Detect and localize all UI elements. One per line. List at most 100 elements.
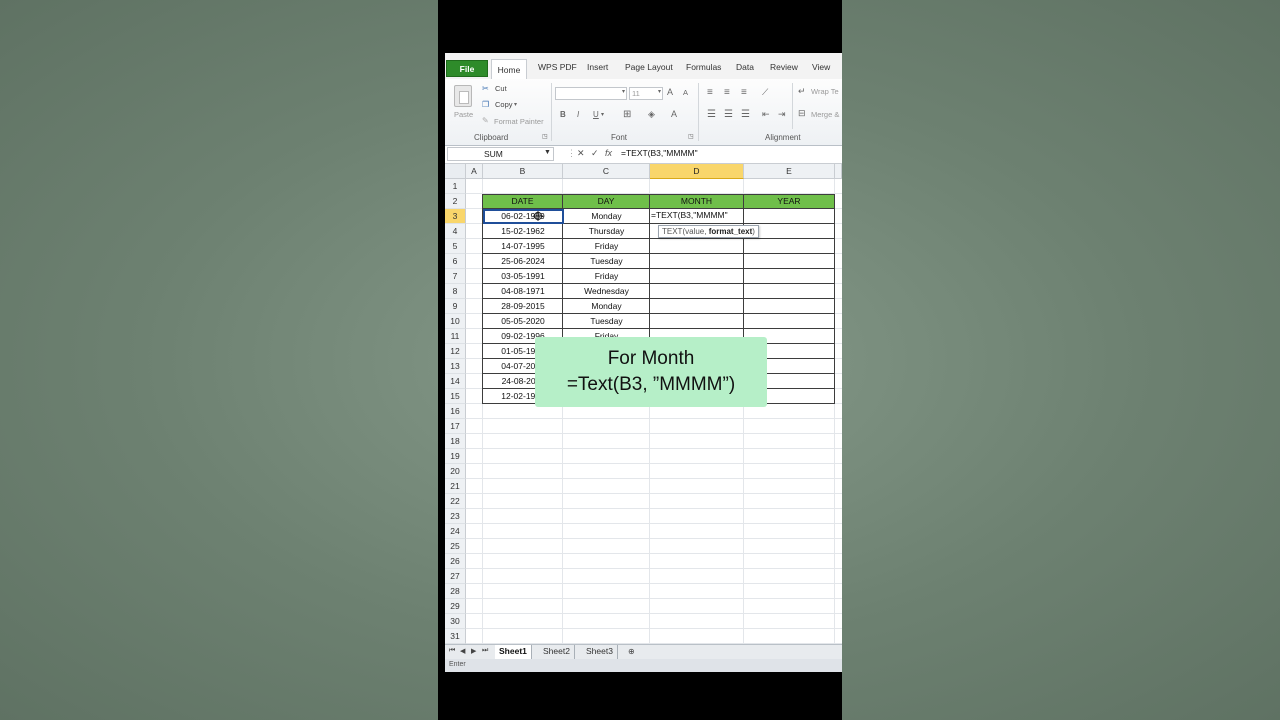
sheet-tab-sheet2[interactable]: Sheet2	[539, 645, 575, 659]
name-box[interactable]: SUM	[447, 147, 554, 161]
row-header-26[interactable]: 26	[445, 554, 466, 569]
first-sheet-icon[interactable]: ⏮	[449, 647, 455, 655]
align-top-icon[interactable]: ≡	[707, 87, 713, 98]
tab-review[interactable]: Review	[770, 62, 798, 72]
row-header-9[interactable]: 9	[445, 299, 466, 314]
italic-button[interactable]: I	[577, 110, 579, 119]
new-sheet-icon[interactable]: ⊕	[628, 647, 635, 656]
row-header-29[interactable]: 29	[445, 599, 466, 614]
day-cell[interactable]: Wednesday	[563, 284, 650, 299]
day-cell[interactable]: Friday	[563, 269, 650, 284]
align-left-icon[interactable]: ☰	[707, 109, 716, 120]
row-header-2[interactable]: 2	[445, 194, 466, 209]
orientation-icon[interactable]: ⟋	[762, 87, 768, 98]
dialog-launcher-icon[interactable]: ◳	[688, 133, 694, 140]
column-header-b[interactable]: B	[483, 164, 563, 179]
align-right-icon[interactable]: ☰	[741, 109, 750, 120]
grow-font-icon[interactable]: A	[667, 87, 673, 97]
row-header-27[interactable]: 27	[445, 569, 466, 584]
day-cell[interactable]: Tuesday	[563, 254, 650, 269]
active-cell-selection[interactable]	[483, 209, 564, 224]
day-cell[interactable]: Friday	[563, 239, 650, 254]
wrap-text-button[interactable]: Wrap Te	[811, 87, 839, 96]
row-header-17[interactable]: 17	[445, 419, 466, 434]
row-header-18[interactable]: 18	[445, 434, 466, 449]
row-header-16[interactable]: 16	[445, 404, 466, 419]
insert-function-icon[interactable]: fx	[605, 148, 612, 158]
row-header-23[interactable]: 23	[445, 509, 466, 524]
font-color-icon[interactable]: A	[671, 109, 677, 119]
day-cell[interactable]: Thursday	[563, 224, 650, 239]
cell-editor[interactable]: =TEXT(B3,"MMMM"	[651, 210, 728, 220]
fill-color-icon[interactable]: ◈	[648, 109, 655, 120]
row-header-3[interactable]: 3	[445, 209, 466, 224]
table-header-year[interactable]: YEAR	[743, 194, 835, 209]
paste-button[interactable]: Paste	[454, 110, 473, 119]
chevron-down-icon[interactable]: ▾	[622, 88, 625, 95]
day-cell[interactable]: Monday	[563, 209, 650, 224]
indent-icon[interactable]: ⇤	[762, 109, 770, 120]
tab-file[interactable]: File	[446, 60, 488, 77]
borders-icon[interactable]: ⊞	[623, 109, 631, 120]
date-cell[interactable]: 05-05-2020	[483, 314, 563, 329]
tab-home[interactable]: Home	[491, 59, 527, 80]
date-cell[interactable]: 25-06-2024	[483, 254, 563, 269]
table-header-date[interactable]: DATE	[482, 194, 563, 209]
cut-button[interactable]: Cut	[495, 84, 507, 93]
row-header-25[interactable]: 25	[445, 539, 466, 554]
format-painter-button[interactable]: Format Painter	[494, 117, 544, 126]
column-header-a[interactable]: A	[466, 164, 483, 179]
prev-sheet-icon[interactable]: ◀	[460, 647, 465, 655]
align-middle-icon[interactable]: ≡	[724, 87, 730, 98]
tab-formulas[interactable]: Formulas	[686, 62, 721, 72]
row-header-31[interactable]: 31	[445, 629, 466, 644]
row-header-19[interactable]: 19	[445, 449, 466, 464]
date-cell[interactable]: 04-08-1971	[483, 284, 563, 299]
date-cell[interactable]: 28-09-2015	[483, 299, 563, 314]
row-header-6[interactable]: 6	[445, 254, 466, 269]
row-header-22[interactable]: 22	[445, 494, 466, 509]
tab-insert[interactable]: Insert	[587, 62, 608, 72]
row-header-24[interactable]: 24	[445, 524, 466, 539]
row-header-30[interactable]: 30	[445, 614, 466, 629]
cancel-icon[interactable]: ✕	[577, 148, 585, 159]
table-header-month[interactable]: MONTH	[649, 194, 744, 209]
row-header-8[interactable]: 8	[445, 284, 466, 299]
row-header-5[interactable]: 5	[445, 239, 466, 254]
underline-button[interactable]: U	[593, 110, 599, 119]
tab-page-layout[interactable]: Page Layout	[625, 62, 673, 72]
paste-icon[interactable]	[454, 85, 472, 107]
tab-view[interactable]: View	[812, 62, 830, 72]
row-header-1[interactable]: 1	[445, 179, 466, 194]
row-header-15[interactable]: 15	[445, 389, 466, 404]
day-cell[interactable]: Tuesday	[563, 314, 650, 329]
sheet-tab-sheet3[interactable]: Sheet3	[582, 645, 618, 659]
row-header-21[interactable]: 21	[445, 479, 466, 494]
last-sheet-icon[interactable]: ⏭	[482, 647, 488, 655]
copy-button[interactable]: Copy	[495, 100, 513, 109]
column-header-c[interactable]: C	[563, 164, 650, 179]
select-all-corner[interactable]	[445, 164, 466, 179]
row-header-4[interactable]: 4	[445, 224, 466, 239]
chevron-down-icon[interactable]: ▾	[514, 101, 517, 108]
date-cell[interactable]: 15-02-1962	[483, 224, 563, 239]
date-cell[interactable]: 14-07-1995	[483, 239, 563, 254]
merge-button[interactable]: Merge &	[811, 110, 839, 119]
shrink-font-icon[interactable]: A	[683, 88, 688, 97]
row-header-13[interactable]: 13	[445, 359, 466, 374]
align-center-icon[interactable]: ☰	[724, 109, 733, 120]
table-header-day[interactable]: DAY	[562, 194, 650, 209]
sheet-tab-sheet1[interactable]: Sheet1	[495, 645, 532, 659]
outdent-icon[interactable]: ⇥	[778, 109, 786, 120]
date-cell[interactable]: 03-05-1991	[483, 269, 563, 284]
column-header-e[interactable]: E	[744, 164, 835, 179]
row-header-28[interactable]: 28	[445, 584, 466, 599]
row-header-20[interactable]: 20	[445, 464, 466, 479]
bold-button[interactable]: B	[560, 110, 566, 119]
formula-input[interactable]: =TEXT(B3,"MMMM"	[621, 148, 698, 158]
font-name-combo[interactable]	[555, 87, 627, 100]
tab-data[interactable]: Data	[736, 62, 754, 72]
chevron-down-icon[interactable]: ▾	[601, 111, 604, 118]
row-header-7[interactable]: 7	[445, 269, 466, 284]
row-header-10[interactable]: 10	[445, 314, 466, 329]
